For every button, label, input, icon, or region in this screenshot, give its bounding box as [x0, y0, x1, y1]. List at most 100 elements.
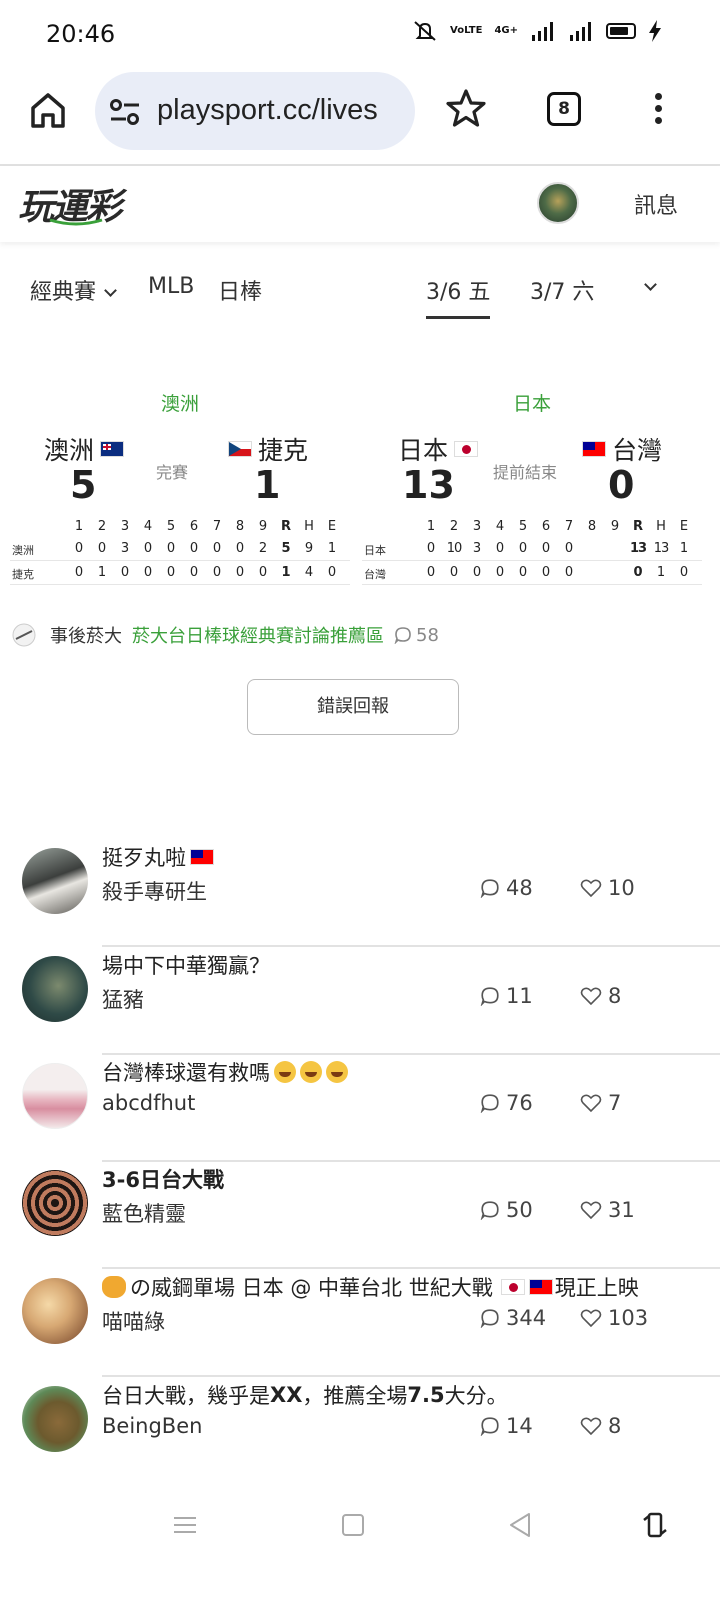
list-item[interactable]: 3-6日台大戰 藍色精靈 50 31 — [0, 1162, 720, 1269]
user-avatar[interactable] — [537, 182, 579, 224]
site-settings-icon[interactable] — [109, 98, 141, 126]
linescore-cell: 0 — [564, 541, 574, 556]
inning-header-cell: 3 — [120, 519, 130, 534]
linescore-cell: 9 — [304, 541, 314, 556]
like-count[interactable]: 31 — [580, 1198, 635, 1222]
inning-header-cell: 5 — [166, 519, 176, 534]
tab-npb[interactable]: 日棒 — [218, 274, 262, 306]
linescore-cell: 0 — [212, 565, 222, 580]
sweat-smile-emoji-icon — [326, 1061, 348, 1083]
linescore-cell: 0 — [143, 541, 153, 556]
avatar[interactable] — [22, 1170, 88, 1236]
list-item[interactable]: 挺歹丸啦 殺手專研生 48 10 — [0, 840, 720, 947]
address-bar[interactable]: playsport.cc/lives — [95, 72, 415, 150]
filter-bar: 經典賽 MLB 日棒 3/6 五 3/7 六 — [0, 262, 720, 322]
post-author[interactable]: 殺手專研生 — [102, 876, 207, 906]
post-title[interactable]: 台日大戰，幾乎是 XX ，推薦全場 7.5 大分。 — [102, 1380, 508, 1410]
inning-header-cell: 2 — [97, 519, 107, 534]
linescore-header: 123456789RHE — [362, 515, 702, 537]
date-tab-next[interactable]: 3/7 六 — [530, 274, 594, 306]
away-score: 5 — [70, 463, 97, 507]
inning-header-cell: H — [304, 519, 314, 534]
bookmark-star-icon[interactable] — [446, 88, 486, 128]
post-title[interactable]: 場中下中華獨贏？ — [102, 950, 270, 980]
like-count[interactable]: 7 — [580, 1091, 621, 1115]
inning-header-cell: 7 — [564, 519, 574, 534]
linescore-cell: 13 — [629, 541, 647, 556]
comment-icon — [480, 987, 499, 1006]
post-title[interactable]: 3-6日台大戰 — [102, 1164, 224, 1194]
heart-icon — [580, 879, 602, 898]
back-icon[interactable] — [505, 1510, 535, 1540]
recent-apps-icon[interactable] — [170, 1510, 200, 1540]
linescore-header: 123456789RHE — [10, 515, 350, 537]
battery-icon — [606, 23, 636, 39]
tab-switcher-button[interactable]: 8 — [547, 92, 581, 126]
list-item[interactable]: の威鋼單場 日本 @ 中華台北 世紀大戰 現正上映 喵喵綠 344 103 — [0, 1270, 720, 1377]
linescore-cell: 0 — [541, 541, 551, 556]
post-title[interactable]: 台灣棒球還有救嗎 — [102, 1057, 348, 1087]
linescore-cell: 0 — [426, 565, 436, 580]
linescore-cell: 1 — [281, 565, 291, 580]
game-league: 日本 — [512, 393, 551, 415]
tab-mlb[interactable]: MLB — [148, 274, 194, 299]
linescore-cell: 0 — [679, 565, 689, 580]
divider — [102, 1267, 720, 1269]
avatar[interactable] — [22, 848, 88, 914]
home-score: 0 — [608, 463, 635, 507]
linescore-cell: 0 — [166, 541, 176, 556]
australia-flag-icon — [100, 441, 125, 457]
like-count[interactable]: 10 — [580, 876, 635, 900]
like-count[interactable]: 8 — [580, 984, 621, 1008]
post-author[interactable]: 喵喵綠 — [102, 1306, 165, 1336]
post-author[interactable]: 猛豬 — [102, 984, 144, 1014]
inning-header-cell: 8 — [587, 519, 597, 534]
url-text: playsport.cc/lives — [157, 94, 378, 126]
home-team: 台灣 — [582, 431, 662, 467]
league-dropdown[interactable]: 經典賽 — [30, 274, 117, 306]
post-author[interactable]: 藍色精靈 — [102, 1198, 186, 1228]
linescore-cell: 0 — [143, 565, 153, 580]
post-author[interactable]: BeingBen — [102, 1414, 202, 1438]
list-item[interactable]: 場中下中華獨贏？ 猛豬 11 8 — [0, 948, 720, 1055]
comment-count: 344 — [480, 1306, 546, 1330]
list-item[interactable]: 台日大戰，幾乎是 XX ，推薦全場 7.5 大分。 BeingBen 14 8 — [0, 1378, 720, 1485]
linescore-table: 123456789RHE 澳洲 0 0 3 0 0 0 0 0 2 5 9 1 捷克 0 1 0 0 0 0 0 0 0 1… — [10, 515, 350, 585]
home-icon[interactable] — [28, 90, 68, 130]
avatar[interactable] — [22, 1386, 88, 1452]
error-report-button[interactable]: 錯誤回報 — [247, 679, 459, 735]
inning-header-cell: 6 — [541, 519, 551, 534]
avatar[interactable] — [22, 1278, 88, 1344]
linescore-cell: 0 — [426, 541, 436, 556]
inning-header-cell: 1 — [426, 519, 436, 534]
avatar[interactable] — [22, 956, 88, 1022]
post-title[interactable]: 挺歹丸啦 — [102, 842, 214, 872]
heart-icon — [580, 1417, 602, 1436]
linescore-cell: 0 — [166, 565, 176, 580]
avatar[interactable] — [22, 1063, 88, 1129]
post-author[interactable]: abcdfhut — [102, 1091, 195, 1115]
discussion-link[interactable]: 菸大台日棒球經典賽討論推薦區 — [132, 622, 384, 648]
taiwan-flag-icon — [528, 1279, 553, 1295]
game-card[interactable]: 日本 日本 台灣 13 提前結束 0 123456789RHE 日本 0 10 3 0 0… — [362, 385, 702, 595]
discussion-author[interactable]: 事後菸大 — [50, 622, 122, 648]
list-item[interactable]: 台灣棒球還有救嗎 abcdfhut 76 7 — [0, 1055, 720, 1162]
home-team: 捷克 — [228, 431, 308, 467]
game-card[interactable]: 澳洲 澳洲 捷克 5 完賽 1 123456789RHE 澳洲 0 0 3 0 0 0 0 0 2… — [10, 385, 350, 595]
rotate-screen-icon[interactable] — [640, 1510, 670, 1540]
like-count[interactable]: 8 — [580, 1414, 621, 1438]
home-nav-icon[interactable] — [338, 1510, 368, 1540]
like-count[interactable]: 103 — [580, 1306, 648, 1330]
heart-icon — [580, 987, 602, 1006]
date-tab-active[interactable]: 3/6 五 — [426, 274, 491, 319]
date-dropdown[interactable] — [636, 274, 657, 299]
discussion-comment-count: 58 — [394, 625, 439, 646]
linescore-cell: 0 — [564, 565, 574, 580]
site-header: 玩運彩 訊息 — [0, 166, 720, 242]
post-title[interactable]: の威鋼單場 日本 @ 中華台北 世紀大戰 現正上映 — [102, 1272, 639, 1302]
linescore-cell: 0 — [74, 541, 84, 556]
browser-toolbar: playsport.cc/lives 8 — [0, 70, 720, 166]
divider — [102, 945, 720, 947]
messages-link[interactable]: 訊息 — [634, 188, 678, 220]
overflow-menu-icon[interactable] — [648, 90, 668, 130]
